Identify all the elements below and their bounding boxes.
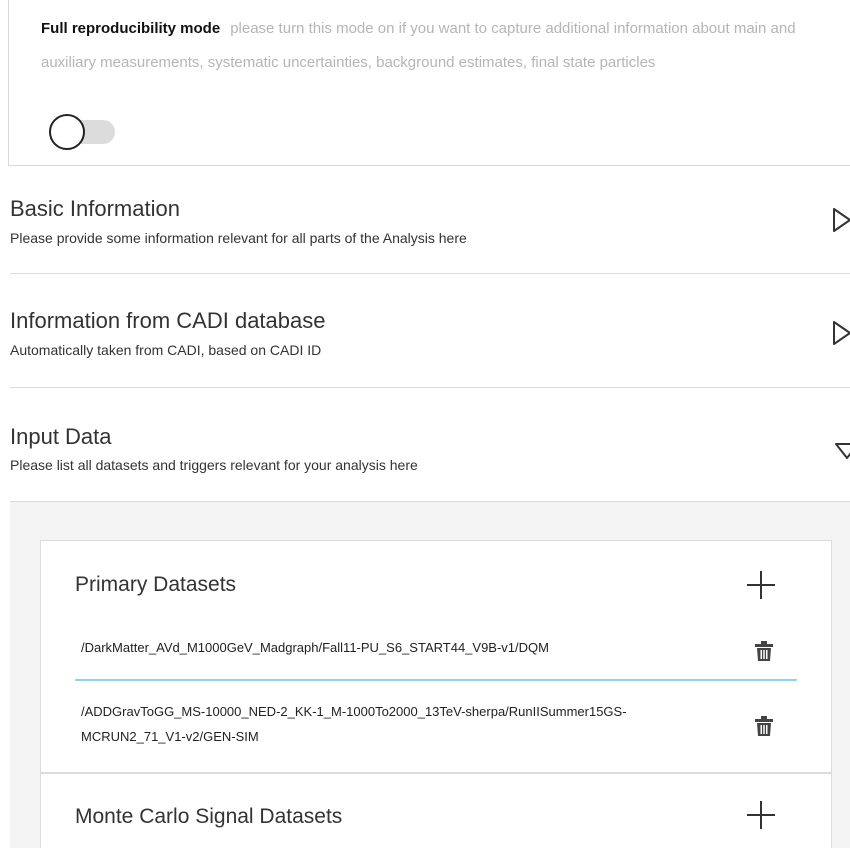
card-divider bbox=[41, 772, 831, 774]
dataset-divider bbox=[75, 679, 797, 681]
primary-datasets-title: Primary Datasets bbox=[75, 573, 237, 596]
primary-datasets-header: Primary Datasets bbox=[41, 565, 831, 605]
input-data-panel: Primary Datasets /DarkMatter_AVd_M1000Ge… bbox=[10, 502, 850, 848]
trash-icon bbox=[755, 716, 773, 736]
reproducibility-mode-panel: Full reproducibility mode please turn thi… bbox=[8, 0, 850, 166]
section-subtitle: Please list all datasets and triggers re… bbox=[10, 457, 418, 473]
section-subtitle: Please provide some information relevant… bbox=[10, 230, 467, 246]
dataset-path: /DarkMatter_AVd_M1000GeV_Madgraph/Fall11… bbox=[81, 640, 549, 655]
add-mc-signal-dataset-button[interactable] bbox=[747, 801, 775, 829]
reproducibility-mode-text: Full reproducibility mode please turn thi… bbox=[41, 12, 831, 80]
datasets-card: Primary Datasets /DarkMatter_AVd_M1000Ge… bbox=[40, 540, 832, 848]
section-input-data[interactable]: Input Data Please list all datasets and … bbox=[10, 388, 850, 502]
section-title: Basic Information bbox=[10, 196, 180, 221]
reproducibility-mode-toggle[interactable] bbox=[49, 114, 117, 150]
add-primary-dataset-button[interactable] bbox=[747, 571, 775, 599]
section-title: Information from CADI database bbox=[10, 308, 326, 333]
list-item: /DarkMatter_AVd_M1000GeV_Madgraph/Fall11… bbox=[75, 631, 797, 667]
delete-dataset-button[interactable] bbox=[755, 641, 773, 661]
section-cadi-information[interactable]: Information from CADI database Automatic… bbox=[10, 274, 850, 388]
triangle-right-icon[interactable] bbox=[832, 320, 850, 346]
list-item: /ADDGravToGG_MS-10000_NED-2_KK-1_M-1000T… bbox=[75, 695, 797, 757]
mc-signal-datasets-title: Monte Carlo Signal Datasets bbox=[75, 805, 343, 828]
triangle-right-icon[interactable] bbox=[832, 207, 850, 233]
mc-signal-datasets-header: Monte Carlo Signal Datasets bbox=[41, 797, 831, 837]
triangle-down-icon[interactable] bbox=[834, 442, 850, 460]
reproducibility-mode-title: Full reproducibility mode bbox=[41, 20, 221, 37]
section-title: Input Data bbox=[10, 424, 112, 449]
section-basic-information[interactable]: Basic Information Please provide some in… bbox=[10, 166, 850, 274]
dataset-path: /ADDGravToGG_MS-10000_NED-2_KK-1_M-1000T… bbox=[81, 704, 627, 744]
delete-dataset-button[interactable] bbox=[755, 716, 773, 736]
trash-icon bbox=[755, 641, 773, 661]
toggle-knob bbox=[49, 114, 85, 150]
section-subtitle: Automatically taken from CADI, based on … bbox=[10, 342, 322, 358]
